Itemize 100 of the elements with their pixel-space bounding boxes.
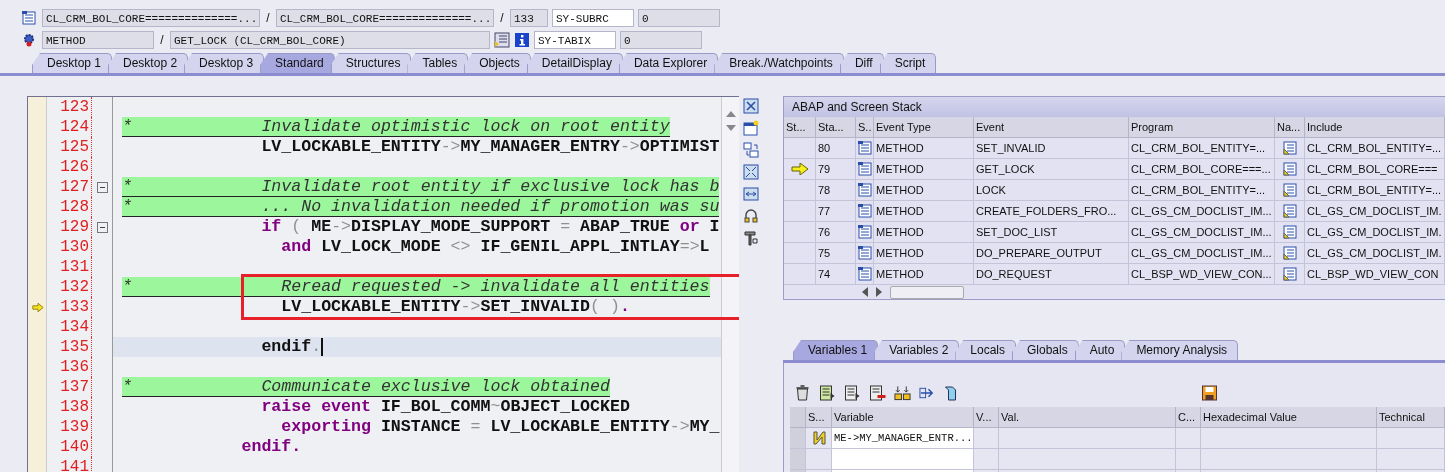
tab[interactable]: Desktop 1 <box>32 53 113 73</box>
table-cell: METHOD <box>874 243 974 264</box>
tab[interactable]: Data Explorer <box>618 53 719 73</box>
tab[interactable]: Desktop 3 <box>184 53 265 73</box>
close-icon[interactable] <box>743 98 759 114</box>
swap-windows-icon[interactable] <box>743 142 759 158</box>
tab[interactable]: DetailDisplay <box>526 53 623 73</box>
column-header[interactable]: Sta... <box>816 117 856 138</box>
collapse-icon[interactable] <box>96 181 108 193</box>
tab[interactable]: Objects <box>464 53 531 73</box>
hammer-icon[interactable] <box>743 230 759 246</box>
column-header[interactable]: Event <box>974 117 1129 138</box>
list-remove-icon[interactable] <box>869 385 886 401</box>
table-cell <box>784 201 816 222</box>
scroll-thumb[interactable] <box>890 285 964 299</box>
scroll-right-icon[interactable] <box>876 287 882 297</box>
tab[interactable]: Variables 1 <box>793 340 879 360</box>
column-header[interactable]: Val. <box>999 407 1176 428</box>
system-field-name[interactable]: SY-TABIX <box>534 31 616 49</box>
tab[interactable]: Memory Analysis <box>1121 340 1239 360</box>
table-cell: 77 <box>816 201 856 222</box>
separator: / <box>499 11 505 25</box>
list-arrow-icon[interactable] <box>819 385 836 401</box>
tab[interactable]: Locals <box>955 340 1016 360</box>
trash-icon[interactable] <box>794 385 811 401</box>
column-header[interactable]: Program <box>1129 117 1275 138</box>
headset-icon[interactable] <box>743 208 759 224</box>
source-list-icon <box>857 162 872 176</box>
list-arrow-icon[interactable] <box>844 385 861 401</box>
collapse-icon[interactable] <box>96 221 108 233</box>
system-field-name[interactable]: SY-SUBRC <box>552 9 634 27</box>
tab[interactable]: Globals <box>1012 340 1079 360</box>
code-line: endif. <box>260 337 322 357</box>
scroll-left-icon[interactable] <box>862 287 868 297</box>
table-cell: METHOD <box>874 201 974 222</box>
table-cell: SET_INVALID <box>974 138 1129 159</box>
tab[interactable]: Tables <box>407 53 469 73</box>
table-cell: 78 <box>816 180 856 201</box>
line-number: 135 <box>47 337 92 357</box>
table-cell <box>784 243 816 264</box>
arrow-icon[interactable] <box>919 385 936 401</box>
table-cell: DO_PREPARE_OUTPUT <box>974 243 1129 264</box>
table-cell: METHOD <box>874 159 974 180</box>
document-icon[interactable] <box>1282 204 1297 218</box>
column-header[interactable]: Hexadecimal Value <box>1201 407 1377 428</box>
column-header[interactable]: Event Type <box>874 117 974 138</box>
column-header[interactable]: C... <box>1176 407 1201 428</box>
tab[interactable]: Variables 2 <box>874 340 960 360</box>
text-cursor <box>321 338 324 356</box>
line-number: 130 <box>47 237 92 257</box>
include-field: CL_CRM_BOL_CORE==============... <box>276 9 494 27</box>
column-header[interactable]: Variable <box>832 407 974 428</box>
save-icon[interactable] <box>1201 385 1218 401</box>
line-number-field: 133 <box>510 9 548 27</box>
column-header[interactable]: Include <box>1305 117 1445 138</box>
tab[interactable]: Script <box>879 53 937 73</box>
column-header[interactable]: Na... <box>1275 117 1305 138</box>
document-icon[interactable] <box>1282 162 1297 176</box>
line-number: 124 <box>47 117 92 137</box>
document-icon[interactable] <box>1282 267 1297 281</box>
column-header[interactable]: S... <box>806 407 832 428</box>
system-field-value: 0 <box>638 9 720 27</box>
tab[interactable]: Break./Watchpoints <box>714 53 844 73</box>
code-comment: * Invalidate optimistic lock on root entity <box>122 117 670 137</box>
tab[interactable]: Structures <box>330 53 412 73</box>
document-icon[interactable] <box>1282 141 1297 155</box>
gear-icon <box>22 33 36 47</box>
document-icon[interactable] <box>1282 225 1297 239</box>
table-cell: CL_GS_CM_DOCLIST_IM... <box>1129 222 1275 243</box>
tab[interactable]: Auto <box>1074 340 1126 360</box>
source-list-icon <box>857 225 872 239</box>
new-window-icon[interactable] <box>743 120 759 136</box>
system-field-value: 0 <box>620 31 702 49</box>
variable-field[interactable] <box>832 449 974 470</box>
column-header[interactable]: S.. <box>856 117 874 138</box>
column-header[interactable]: Technical <box>1377 407 1445 428</box>
scroll-up-icon[interactable] <box>725 111 736 117</box>
tab[interactable]: Desktop 2 <box>108 53 189 73</box>
column-header[interactable]: St... <box>784 117 816 138</box>
resize-horizontal-icon[interactable] <box>743 186 759 202</box>
table-cell: METHOD <box>874 180 974 201</box>
tab[interactable]: Standard <box>260 53 335 73</box>
info-icon[interactable] <box>514 32 530 48</box>
line-number: 138 <box>47 397 92 417</box>
scroll-down-icon[interactable] <box>725 125 736 131</box>
document-icon[interactable] <box>1282 183 1297 197</box>
column-header[interactable]: V... <box>974 407 999 428</box>
code-line: raise event IF_BOL_COMM~OBJECT_LOCKED <box>260 397 630 417</box>
table-cell: CL_CRM_BOL_ENTITY=... <box>1305 180 1445 201</box>
code-line: and LV_LOCK_MODE <> IF_GENIL_APPL_INTLAY=>L <box>280 237 710 257</box>
source-list-icon <box>857 267 872 281</box>
tab[interactable]: Diff <box>839 53 884 73</box>
merge-icon[interactable] <box>894 385 911 401</box>
variable-field[interactable]: ME->MY_MANAGER_ENTR... <box>832 428 974 449</box>
table-cell: 79 <box>816 159 856 180</box>
code-line: endif. <box>240 437 302 457</box>
maximize-icon[interactable] <box>743 164 759 180</box>
document-icon[interactable] <box>1282 246 1297 260</box>
vertical-scrollbar[interactable] <box>721 97 739 472</box>
line-number: 132 <box>47 277 92 297</box>
